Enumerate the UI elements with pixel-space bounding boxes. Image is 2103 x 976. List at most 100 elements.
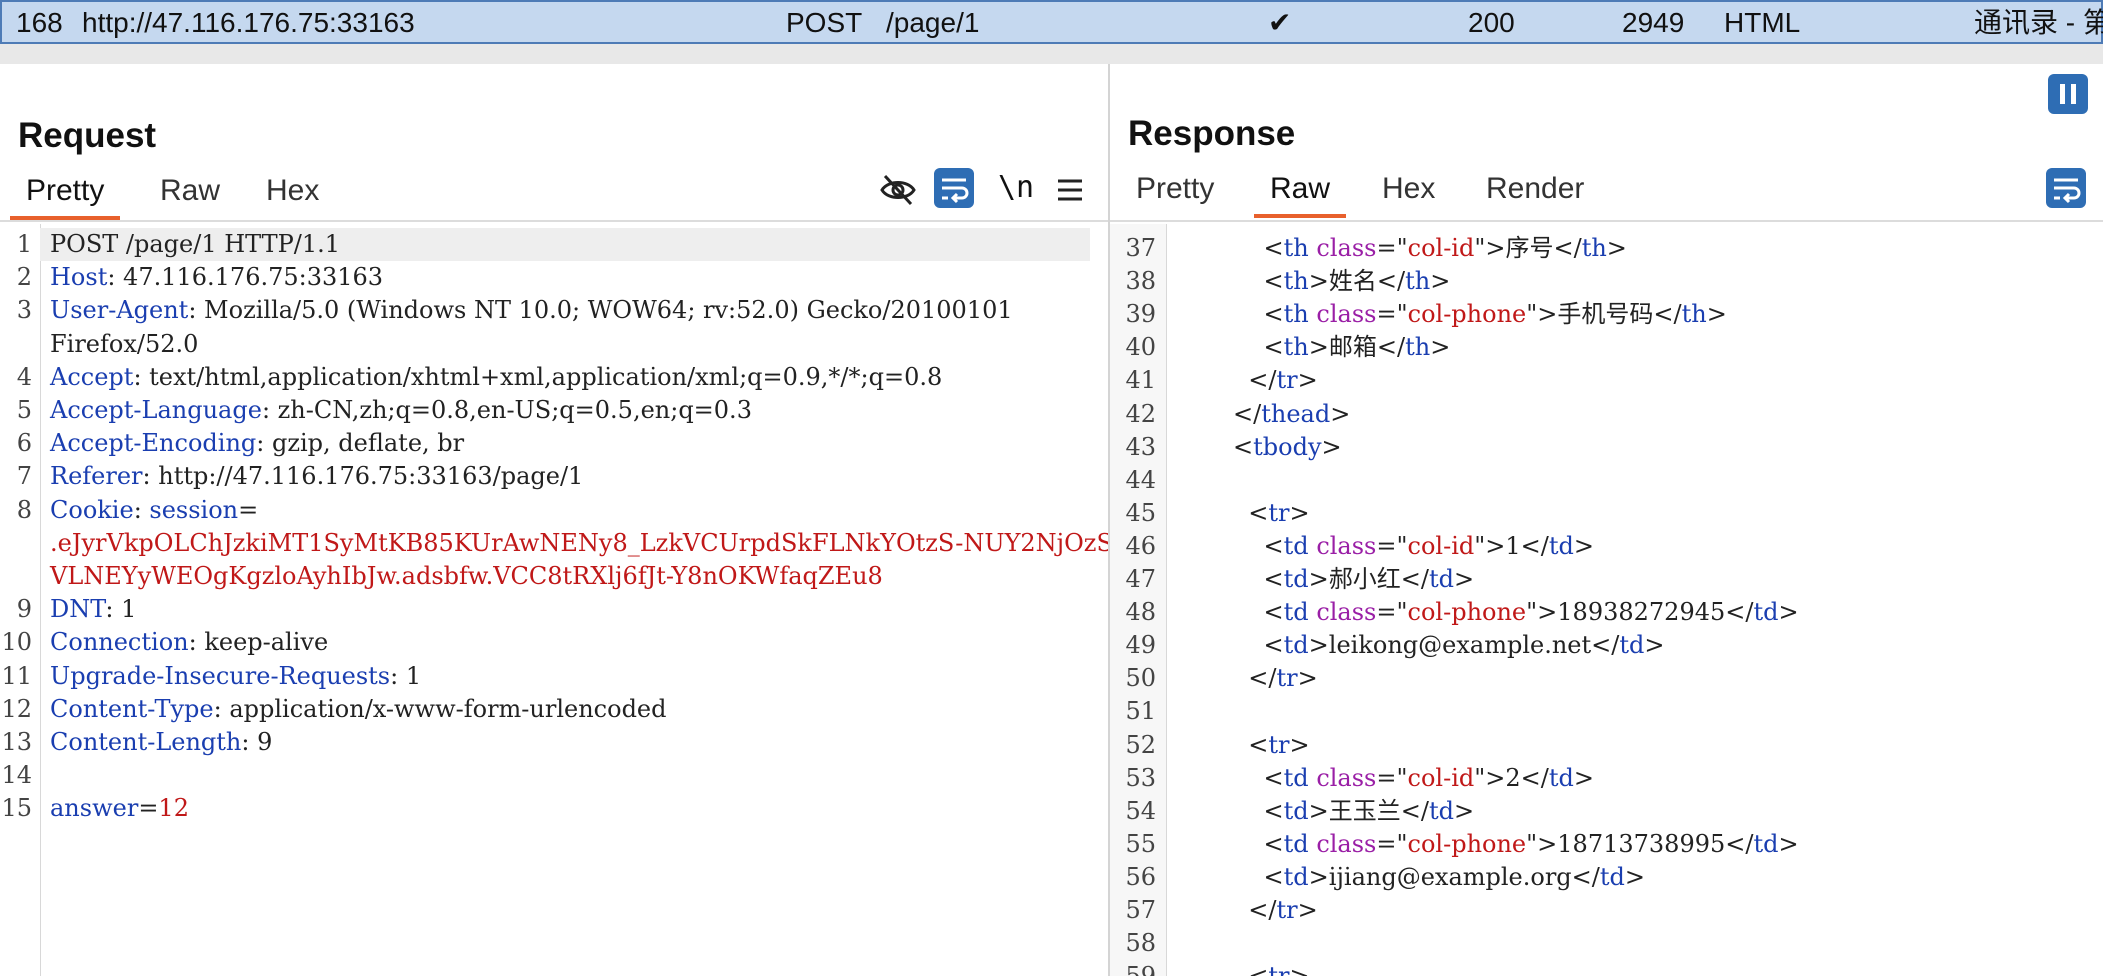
line-content: Firefox/52.0 bbox=[50, 328, 198, 361]
history-url: /page/1 bbox=[886, 7, 980, 38]
line-number: 59 bbox=[1110, 960, 1156, 976]
code-line: 13 Content-Length: 9 bbox=[0, 726, 1108, 759]
code-token: col-phone bbox=[1407, 598, 1527, 627]
word-wrap-icon[interactable] bbox=[2046, 168, 2086, 208]
line-number: 42 bbox=[1125, 399, 1156, 428]
code-token: </ bbox=[1172, 366, 1277, 395]
line-content: DNT: 1 bbox=[50, 593, 136, 626]
history-row-selected[interactable]: 168 http://47.116.176.75:33163 POST /pag… bbox=[0, 0, 2103, 44]
code-token: td bbox=[1283, 796, 1309, 825]
line-number: 50 bbox=[1125, 664, 1156, 693]
code-line: 15 answer=12 bbox=[0, 792, 1108, 825]
request-editor[interactable]: 1 POST /page/1 HTTP/1.1 2 Host: 47.116.176.… bbox=[0, 224, 1108, 976]
request-tab-raw[interactable]: Raw bbox=[144, 168, 236, 216]
code-token: >王玉兰</ bbox=[1308, 796, 1429, 825]
line-content: </tr> bbox=[1172, 364, 1317, 397]
code-token: td bbox=[1283, 763, 1309, 792]
code-line: 3 User-Agent: Mozilla/5.0 (Windows NT 10.… bbox=[0, 294, 1108, 327]
line-content: VLNEYyWEOgKgzloAyhIbJw.adsbfw.VCC8tRXlj6… bbox=[50, 560, 883, 593]
line-content: Connection: keep-alive bbox=[50, 626, 328, 659]
code-line: 2 Host: 47.116.176.75:33163 bbox=[0, 261, 1108, 294]
response-editor[interactable]: 37 <th class="col-id">序号</th> 38 <th>姓名</… bbox=[1110, 224, 2103, 976]
code-token: col-id bbox=[1407, 234, 1475, 262]
line-content: <th class="col-phone">手机号码</th> bbox=[1172, 298, 1727, 331]
eye-slash-icon[interactable] bbox=[878, 170, 918, 210]
request-tab-hex[interactable]: Hex bbox=[250, 168, 335, 216]
code-token: Accept-Language bbox=[50, 396, 262, 424]
code-token: < bbox=[1172, 531, 1284, 560]
line-number: 57 bbox=[1125, 896, 1156, 924]
code-line: 42 </thead> bbox=[1110, 398, 2103, 431]
code-token: < bbox=[1172, 796, 1284, 825]
code-token: th bbox=[1405, 333, 1431, 362]
history-number: 168 bbox=[16, 7, 63, 38]
code-token: < bbox=[1172, 234, 1284, 262]
code-token: > bbox=[1644, 631, 1665, 660]
response-tab-render[interactable]: Render bbox=[1470, 166, 1600, 214]
newline-toggle-button[interactable]: \n bbox=[998, 170, 1034, 205]
code-token: > bbox=[1778, 598, 1799, 627]
code-token: > bbox=[1606, 234, 1627, 262]
code-line: 53 <td class="col-id">2</td> bbox=[1110, 762, 2103, 795]
code-token: tr bbox=[1276, 366, 1298, 395]
code-token: > bbox=[1290, 962, 1310, 976]
response-tab-pretty[interactable]: Pretty bbox=[1120, 166, 1230, 214]
response-tab-hex[interactable]: Hex bbox=[1366, 166, 1451, 214]
line-number: 37 bbox=[1125, 234, 1156, 262]
history-mime: HTML bbox=[1724, 7, 1801, 38]
code-line: 9 DNT: 1 bbox=[0, 593, 1108, 626]
code-token: > bbox=[1573, 531, 1594, 560]
line-content: Host: 47.116.176.75:33163 bbox=[50, 261, 383, 294]
code-line: 58 bbox=[1110, 927, 2103, 960]
code-token: ">序号</ bbox=[1474, 234, 1582, 262]
line-content: </thead> bbox=[1172, 398, 1350, 431]
code-token: >姓名</ bbox=[1308, 267, 1406, 296]
code-line: 5 Accept-Language: zh-CN,zh;q=0.8,en-US;q… bbox=[0, 394, 1108, 427]
code-token: ">18938272945</ bbox=[1526, 598, 1754, 627]
code-line: 47 <td>郝小红</td> bbox=[1110, 563, 2103, 596]
response-pane: Response Pretty Raw Hex Render 37 <th cl… bbox=[1110, 64, 2103, 976]
line-content: Content-Length: 9 bbox=[50, 726, 272, 759]
code-line: 10 Connection: keep-alive bbox=[0, 626, 1108, 659]
code-token: : bbox=[133, 495, 150, 524]
code-token: col-phone bbox=[1407, 300, 1527, 329]
line-number: 53 bbox=[1125, 763, 1156, 792]
line-content: Cookie: session= bbox=[50, 494, 258, 527]
code-line: 59 <tr> bbox=[1110, 960, 2103, 976]
line-number: 2 bbox=[16, 263, 32, 292]
hamburger-menu-icon[interactable] bbox=[1050, 170, 1090, 210]
line-number: 54 bbox=[1125, 796, 1156, 825]
code-token: col-id bbox=[1407, 763, 1475, 792]
code-token: th bbox=[1283, 300, 1309, 329]
code-token: < bbox=[1172, 300, 1284, 329]
code-token: td bbox=[1548, 763, 1574, 792]
code-line: 12 Content-Type: application/x-www-form-u… bbox=[0, 693, 1108, 726]
pause-icon[interactable] bbox=[2048, 74, 2088, 114]
code-token: < bbox=[1172, 631, 1284, 660]
line-number: 47 bbox=[1125, 565, 1156, 593]
code-token: > bbox=[1330, 399, 1351, 428]
code-line: 51 bbox=[1110, 695, 2103, 728]
code-token: < bbox=[1172, 598, 1284, 627]
line-content: <th class="col-id">序号</th> bbox=[1172, 232, 1627, 265]
code-token: Cookie bbox=[50, 495, 134, 524]
code-token: class bbox=[1316, 531, 1377, 560]
word-wrap-icon[interactable] bbox=[934, 168, 974, 208]
line-number: 11 bbox=[1, 661, 32, 690]
code-token: > bbox=[1430, 333, 1451, 362]
request-tab-pretty[interactable]: Pretty bbox=[10, 168, 121, 220]
code-token: 12 bbox=[158, 794, 189, 823]
response-tab-raw[interactable]: Raw bbox=[1254, 166, 1347, 218]
code-line: VLNEYyWEOgKgzloAyhIbJw.adsbfw.VCC8tRXlj6… bbox=[0, 560, 1108, 593]
code-token: th bbox=[1581, 234, 1607, 262]
line-number: 56 bbox=[1125, 862, 1156, 891]
code-token: =" bbox=[1376, 598, 1408, 627]
active-tab-indicator bbox=[1254, 214, 1347, 218]
code-token: col-phone bbox=[1407, 829, 1527, 858]
line-number: 40 bbox=[1125, 333, 1156, 362]
line-content: <td>郝小红</td> bbox=[1172, 563, 1475, 596]
code-line: 43 <tbody> bbox=[1110, 431, 2103, 464]
code-token: : http://47.116.176.75:33163/page/1 bbox=[142, 462, 584, 491]
code-token: td bbox=[1753, 598, 1779, 627]
code-token: Accept bbox=[50, 362, 134, 391]
